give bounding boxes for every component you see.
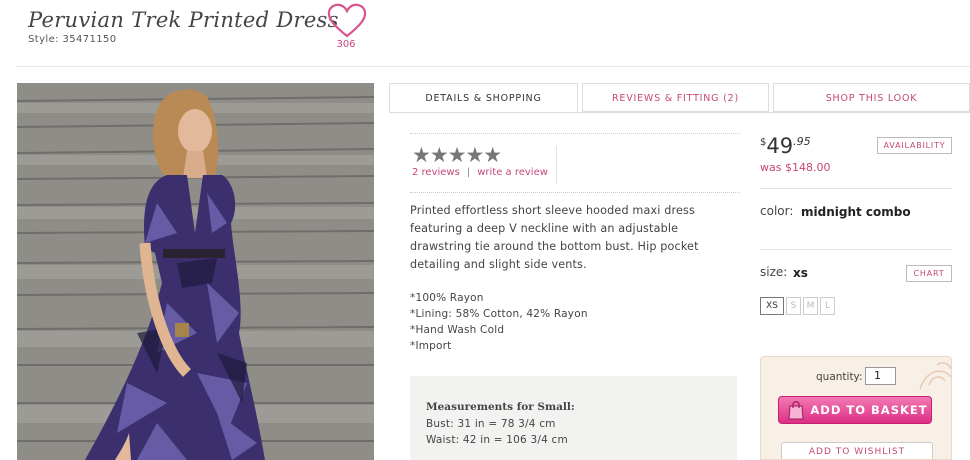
- product-image[interactable]: [17, 83, 374, 460]
- heart-icon[interactable]: [327, 3, 367, 39]
- color-value: midnight combo: [801, 205, 911, 219]
- size-options: XS S M L: [760, 297, 835, 315]
- product-details: *100% Rayon *Lining: 58% Cotton, 42% Ray…: [410, 290, 588, 354]
- size-option-m[interactable]: M: [803, 297, 818, 315]
- header-divider: [16, 66, 970, 67]
- color-label: color:: [760, 204, 794, 218]
- tabs-divider: [389, 112, 970, 113]
- reviews-count-link[interactable]: 2 reviews: [412, 167, 460, 178]
- add-to-wishlist-button[interactable]: ADD TO WISHLIST: [781, 442, 933, 459]
- measurements-title: Measurements for Small:: [426, 401, 575, 413]
- price-dollars: 49: [766, 134, 794, 158]
- measurement-bust: Bust: 31 in = 78 3/4 cm: [426, 418, 556, 430]
- detail-line: *Lining: 58% Cotton, 42% Rayon: [410, 308, 588, 320]
- decor-ornament-icon: [919, 362, 951, 390]
- size-label: size:: [760, 265, 788, 279]
- price: $49.95: [760, 134, 811, 158]
- tab-shop-this-look[interactable]: SHOP THIS LOOK: [773, 83, 970, 112]
- style-number: Style: 35471150: [28, 34, 117, 45]
- write-review-link[interactable]: write a review: [477, 167, 548, 178]
- product-description: Printed effortless short sleeve hooded m…: [410, 204, 699, 271]
- section-divider: [760, 188, 952, 189]
- was-price: was $148.00: [760, 161, 831, 174]
- availability-button[interactable]: AVAILABILITY: [877, 137, 952, 154]
- detail-line: *100% Rayon: [410, 292, 484, 304]
- rating-stars: ★★★★★: [412, 143, 502, 167]
- review-separator: |: [466, 167, 471, 178]
- review-divider: [556, 146, 557, 184]
- section-divider: [410, 192, 740, 193]
- section-divider: [410, 133, 740, 134]
- quantity-label: quantity:: [816, 371, 863, 383]
- quantity-input[interactable]: 1: [865, 367, 896, 385]
- size-option-s[interactable]: S: [786, 297, 801, 315]
- favorites-count: 306: [336, 39, 356, 50]
- section-divider: [760, 249, 952, 250]
- size-chart-button[interactable]: CHART: [906, 265, 952, 282]
- review-links: 2 reviews | write a review: [412, 167, 548, 178]
- size-value: xs: [793, 266, 808, 280]
- size-option-l[interactable]: L: [820, 297, 835, 315]
- measurement-waist: Waist: 42 in = 106 3/4 cm: [426, 434, 568, 446]
- size-option-xs[interactable]: XS: [760, 297, 784, 315]
- tab-reviews-fitting[interactable]: REVIEWS & FITTING (2): [582, 83, 769, 112]
- measurements-box: Measurements for Small: Bust: 31 in = 78…: [410, 376, 737, 460]
- shopping-bag-icon: [788, 401, 804, 420]
- cart-panel: quantity: 1 ADD TO BASKET ADD TO WISHLIS…: [760, 356, 952, 460]
- add-to-basket-label: ADD TO BASKET: [810, 403, 928, 417]
- detail-line: *Hand Wash Cold: [410, 324, 505, 336]
- tab-details-shopping[interactable]: DETAILS & SHOPPING: [389, 83, 578, 112]
- detail-line: *Import: [410, 340, 452, 352]
- price-cents: .95: [793, 135, 811, 148]
- product-title: Peruvian Trek Printed Dress: [28, 8, 339, 32]
- add-to-basket-button[interactable]: ADD TO BASKET: [778, 396, 932, 424]
